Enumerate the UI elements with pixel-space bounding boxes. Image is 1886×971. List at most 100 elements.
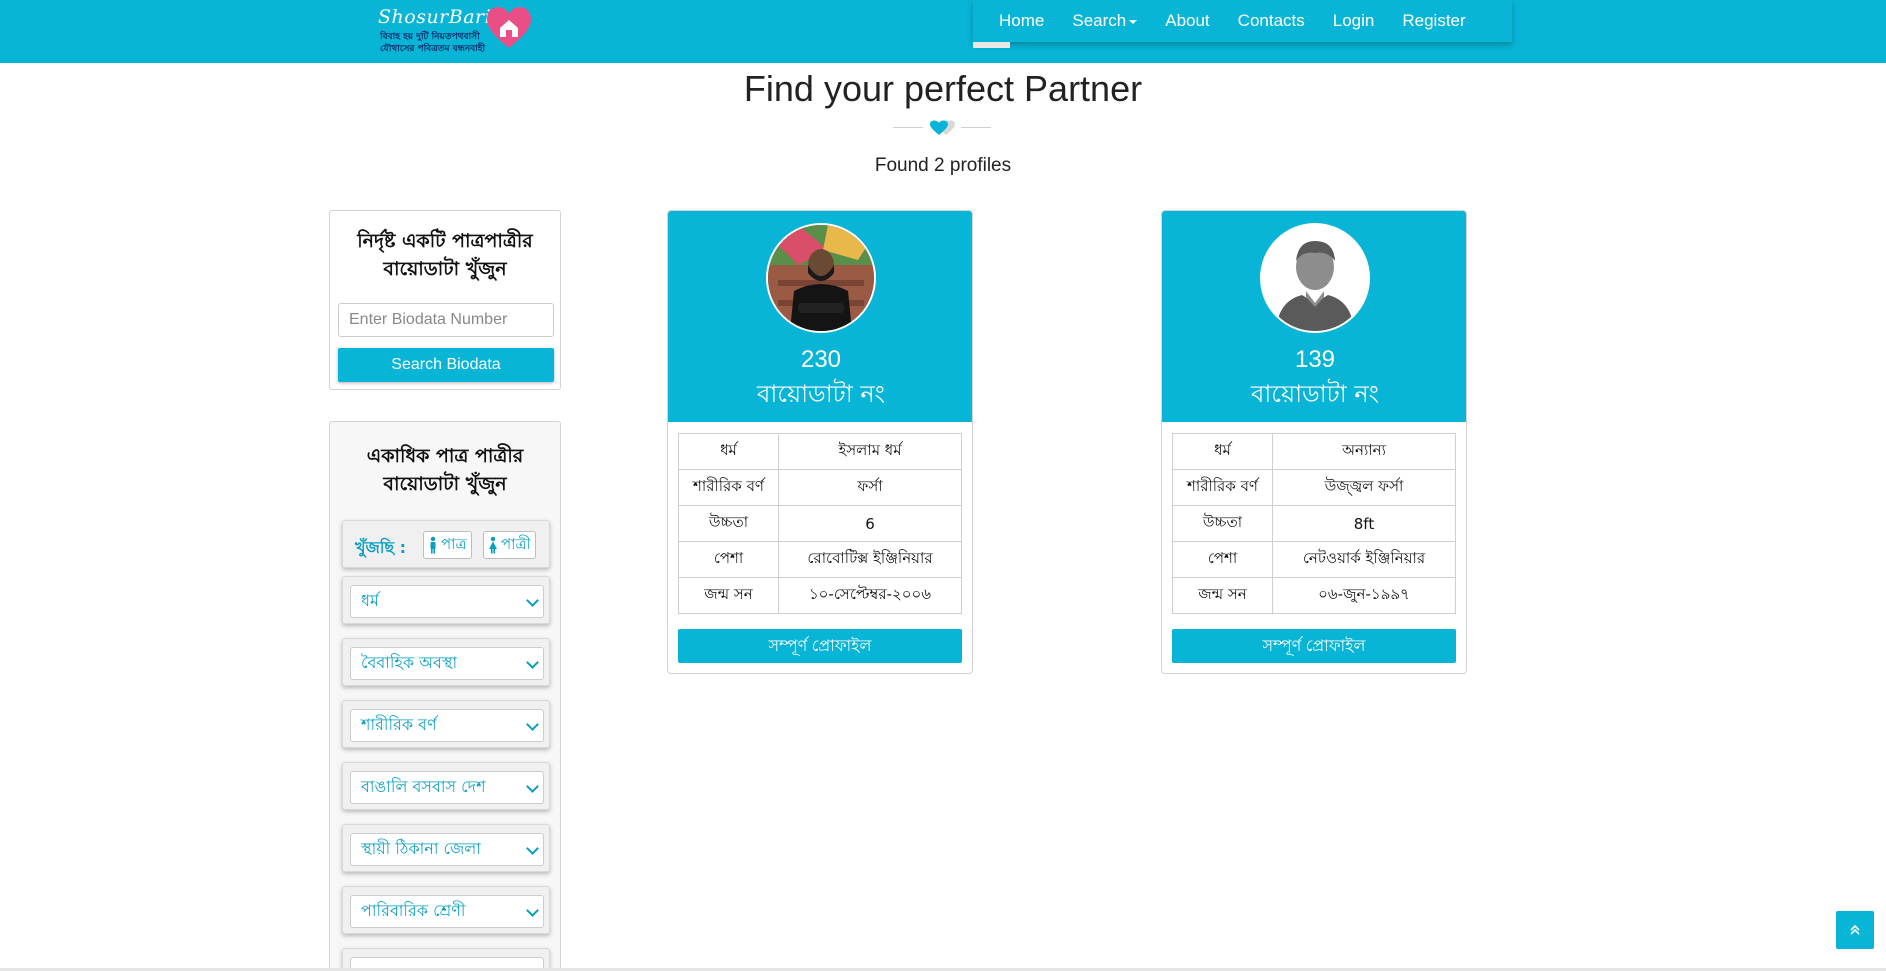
male-person-icon <box>430 536 436 554</box>
full-profile-button[interactable]: সম্পূর্ণ প্রোফাইল <box>1172 629 1456 663</box>
country-select[interactable]: বাঙালি বসবাস দেশ <box>350 771 544 804</box>
caret-down-icon <box>1129 20 1138 24</box>
info-value: রোবোটিক্স ইঞ্জিনিয়ার <box>778 541 962 578</box>
district-select[interactable]: স্থায়ী ঠিকানা জেলা <box>350 833 544 866</box>
info-key: পেশা <box>678 541 779 578</box>
heart-house-icon <box>487 7 531 48</box>
profile-photo-image <box>768 225 874 331</box>
bride-option[interactable]: পাত্রী <box>483 531 536 559</box>
full-profile-button[interactable]: সম্পূর্ণ প্রোফাইল <box>678 629 962 663</box>
nav-contacts[interactable]: Contacts <box>1224 0 1319 42</box>
table-row: জন্ম সন ০৬-জুন-১৯৯৭ <box>1172 577 1456 614</box>
user-silhouette-icon <box>1262 225 1368 331</box>
chevron-down-icon <box>526 718 539 731</box>
table-row: পেশা রোবোটিক্স ইঞ্জিনিয়ার <box>678 541 962 578</box>
single-biodata-search-panel: নির্দৃষ্ট একটি পাত্রপাত্রীর বায়োডাটা খু… <box>329 210 561 390</box>
groom-label: পাত্র <box>441 534 467 553</box>
table-row: ধর্ম অন্যান্য <box>1172 433 1456 470</box>
religion-select[interactable]: ধর্ম <box>350 585 544 618</box>
chevron-down-icon <box>526 842 539 855</box>
filter-country: বাঙালি বসবাস দেশ <box>342 762 550 810</box>
nav-register[interactable]: Register <box>1388 0 1479 42</box>
info-key: পেশা <box>1172 541 1273 578</box>
marital-status-select-label: বৈবাহিক অবস্থা <box>361 653 458 672</box>
nav-search-label: Search <box>1072 11 1127 30</box>
active-nav-indicator <box>973 42 1010 48</box>
biodata-number-input[interactable] <box>338 303 554 337</box>
search-biodata-button[interactable]: Search Biodata <box>338 348 554 382</box>
female-person-icon <box>489 536 497 554</box>
biodata-number-label: বায়োডাটা নং <box>1250 380 1379 408</box>
table-row: উচ্চতা 8ft <box>1172 505 1456 542</box>
filter-complexion: শারীরিক বর্ণ <box>342 700 550 748</box>
seeking-label: খুঁজছি : <box>355 538 407 557</box>
chevron-down-icon <box>526 594 539 607</box>
table-row: শারীরিক বর্ণ ফর্সা <box>678 469 962 506</box>
family-class-select[interactable]: পারিবারিক শ্রেণী <box>350 895 544 928</box>
filter-district: স্থায়ী ঠিকানা জেলা <box>342 824 550 872</box>
info-value: ১০-সেপ্টেম্বর-২০০৬ <box>778 577 962 614</box>
religion-select-label: ধর্ম <box>361 591 379 610</box>
info-value: ফর্সা <box>778 469 962 506</box>
groom-option[interactable]: পাত্র <box>423 531 472 559</box>
filter-family-class: পারিবারিক শ্রেণী <box>342 886 550 934</box>
info-key: শারীরিক বর্ণ <box>678 469 779 506</box>
site-logo[interactable]: ShosurBari বিবাহ হয় দুটি নিয়তপথবাসী যৌ… <box>378 4 538 56</box>
nav-contacts-label: Contacts <box>1237 11 1305 30</box>
hearts-icon <box>930 120 955 135</box>
default-avatar <box>1260 223 1370 333</box>
multi-search-heading: একাধিক পাত্র পাত্রীর বায়োডাটা খুঁজুন <box>330 442 560 498</box>
scroll-to-top-button[interactable] <box>1836 911 1874 949</box>
info-value: 6 <box>778 505 962 542</box>
nav-login-label: Login <box>1332 11 1375 30</box>
nav-home-label: Home <box>999 11 1045 30</box>
marital-status-select[interactable]: বৈবাহিক অবস্থা <box>350 647 544 680</box>
table-row: ধর্ম ইসলাম ধর্ম <box>678 433 962 470</box>
complexion-select[interactable]: শারীরিক বর্ণ <box>350 709 544 742</box>
biodata-number: 230 <box>800 346 842 373</box>
info-key: শারীরিক বর্ণ <box>1172 469 1273 506</box>
info-value: ইসলাম ধর্ম <box>778 433 962 470</box>
profile-card-header: 139 বায়োডাটা নং <box>1162 211 1466 422</box>
nav-home[interactable]: Home <box>973 0 1058 42</box>
single-search-heading: নির্দৃষ্ট একটি পাত্রপাত্রীর বায়োডাটা খু… <box>330 227 560 283</box>
info-key: জন্ম সন <box>1172 577 1273 614</box>
profile-card: 139 বায়োডাটা নং ধর্ম অন্যান্য শারীরিক বর… <box>1161 210 1467 674</box>
nav-about-label: About <box>1165 11 1210 30</box>
profile-photo <box>766 223 876 333</box>
chevron-down-icon <box>526 656 539 669</box>
info-value: উজ্জ্বল ফর্সা <box>1272 469 1456 506</box>
info-value: ০৬-জুন-১৯৯৭ <box>1272 577 1456 614</box>
multi-search-heading-line2: বায়োডাটা খুঁজুন <box>383 473 507 495</box>
multi-search-heading-line1: একাধিক পাত্র পাত্রীর <box>366 445 524 467</box>
info-key: জন্ম সন <box>678 577 779 614</box>
chevron-down-icon <box>526 780 539 793</box>
top-header: ShosurBari বিবাহ হয় দুটি নিয়তপথবাসী যৌ… <box>0 0 1886 63</box>
main-nav: Home Search About Contacts Login Registe… <box>973 0 1512 48</box>
chevron-down-icon <box>526 904 539 917</box>
table-row: জন্ম সন ১০-সেপ্টেম্বর-২০০৬ <box>678 577 962 614</box>
filter-religion: ধর্ম <box>342 576 550 624</box>
biodata-number: 139 <box>1294 346 1336 373</box>
filter-marital-status: বৈবাহিক অবস্থা <box>342 638 550 686</box>
profiles-found-count: Found 2 profiles <box>874 155 1012 176</box>
profile-card-header: 230 বায়োডাটা নং <box>668 211 972 422</box>
complexion-select-label: শারীরিক বর্ণ <box>361 715 437 734</box>
logo-title: ShosurBari <box>378 6 492 28</box>
nav-search[interactable]: Search <box>1058 0 1151 42</box>
info-value: নেটওয়ার্ক ইঞ্জিনিয়ার <box>1272 541 1456 578</box>
page-title: Find your perfect Partner <box>743 68 1143 109</box>
nav-login[interactable]: Login <box>1319 0 1389 42</box>
info-key: উচ্চতা <box>1172 505 1273 542</box>
table-row: উচ্চতা 6 <box>678 505 962 542</box>
table-row: শারীরিক বর্ণ উজ্জ্বল ফর্সা <box>1172 469 1456 506</box>
country-select-label: বাঙালি বসবাস দেশ <box>361 777 486 796</box>
title-divider <box>893 120 991 136</box>
logo-tagline-2: যৌথাসের পবিত্রতম বন্ধনবাহী <box>380 44 486 54</box>
info-value: অন্যান্য <box>1272 433 1456 470</box>
profile-info-table: ধর্ম ইসলাম ধর্ম শারীরিক বর্ণ ফর্সা উচ্চতা 6… <box>678 433 962 614</box>
nav-about[interactable]: About <box>1151 0 1223 42</box>
district-select-label: স্থায়ী ঠিকানা জেলা <box>361 839 481 858</box>
single-search-heading-line1: নির্দৃষ্ট একটি পাত্রপাত্রীর <box>357 230 533 252</box>
info-key: উচ্চতা <box>678 505 779 542</box>
